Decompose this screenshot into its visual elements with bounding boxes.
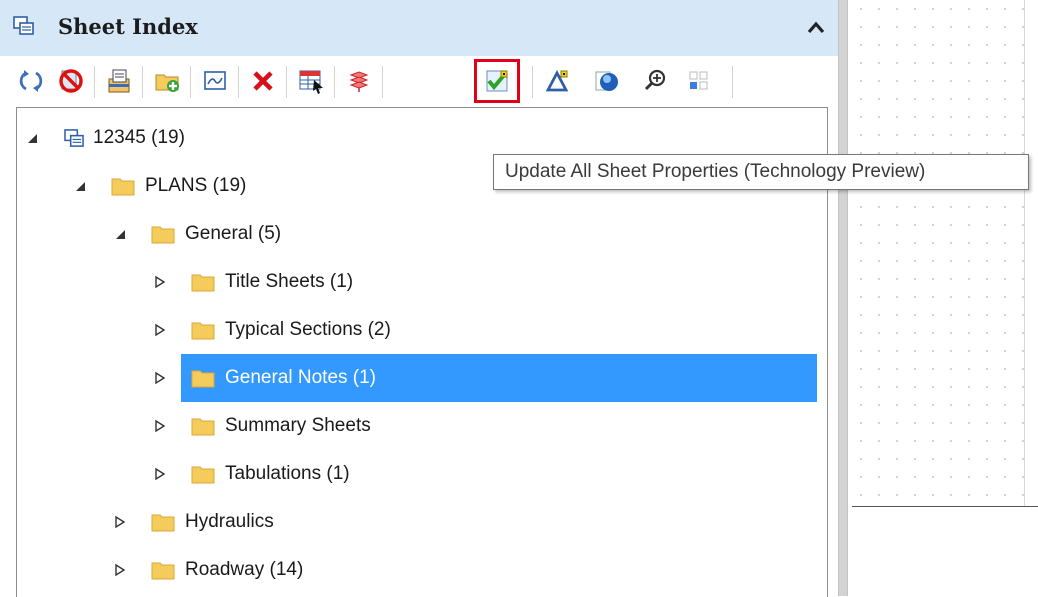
tree-node-plans[interactable]: PLANS (19)	[73, 162, 246, 210]
tree-node-tabulations[interactable]: Tabulations (1)	[153, 450, 350, 498]
folder-icon	[191, 322, 215, 340]
toolbar-separator	[334, 66, 335, 98]
collapsed-arrow-icon[interactable]	[153, 323, 167, 337]
toolbar-separator	[238, 66, 239, 98]
toolbar-separator	[190, 66, 191, 98]
tree-node-label: Title Sheets (1)	[225, 271, 354, 292]
toolbar-separator	[382, 66, 383, 98]
sheet-index-panel: Sheet Index 12345 (19) PLANS (19) Genera…	[0, 0, 838, 597]
collapsed-arrow-icon[interactable]	[153, 275, 167, 289]
tree-node-label: General (5)	[185, 223, 282, 244]
folder-icon	[191, 274, 215, 292]
tree-node-label: Hydraulics	[185, 511, 274, 532]
sheet-image-icon[interactable]	[196, 62, 234, 100]
expanded-arrow-icon[interactable]	[73, 179, 87, 193]
folder-icon	[151, 226, 175, 244]
tree-node-title-sheets[interactable]: Title Sheets (1)	[153, 258, 353, 306]
toolbar-separator	[286, 66, 287, 98]
tree-node-general[interactable]: General (5)	[113, 210, 281, 258]
collapsed-arrow-icon[interactable]	[153, 419, 167, 433]
tooltip-text: Update All Sheet Properties (Technology …	[505, 161, 926, 182]
drawing-canvas[interactable]	[852, 0, 1038, 506]
sheet-stack-icon[interactable]	[100, 62, 138, 100]
toolbar-separator	[94, 66, 95, 98]
toolbar-separator	[142, 66, 143, 98]
expanded-arrow-icon[interactable]	[113, 227, 127, 241]
zoom-icon[interactable]	[636, 62, 674, 100]
folder-icon	[191, 418, 215, 436]
tree-node-root[interactable]: 12345 (19)	[25, 114, 185, 162]
folder-icon	[111, 178, 135, 196]
sheet-index-icon	[13, 16, 35, 36]
tree-node-label: Tabulations (1)	[225, 463, 350, 484]
tree-node-label: Typical Sections (2)	[225, 319, 391, 340]
tree-node-label: 12345 (19)	[93, 127, 185, 148]
add-folder-icon[interactable]	[148, 62, 186, 100]
tree-node-label: Summary Sheets	[225, 415, 371, 436]
tree-node-label: General Notes (1)	[225, 367, 377, 388]
globe-icon[interactable]	[588, 62, 626, 100]
canvas-border	[1024, 0, 1025, 506]
table-select-icon[interactable]	[292, 62, 330, 100]
tree-node-hydraulics[interactable]: Hydraulics	[113, 498, 274, 546]
collapsed-arrow-icon[interactable]	[113, 563, 127, 577]
tree-node-label: Roadway (14)	[185, 559, 304, 580]
layers-icon[interactable]	[340, 62, 378, 100]
folder-icon	[151, 562, 175, 580]
toolbar-separator	[732, 66, 733, 98]
expanded-arrow-icon[interactable]	[25, 131, 39, 145]
update-properties-icon[interactable]	[474, 59, 520, 103]
panel-title: Sheet Index	[58, 14, 198, 39]
tree-node-typical-sections[interactable]: Typical Sections (2)	[153, 306, 391, 354]
tooltip: Update All Sheet Properties (Technology …	[493, 154, 1029, 190]
triangle-icon[interactable]	[538, 62, 576, 100]
collapsed-arrow-icon[interactable]	[153, 467, 167, 481]
chevron-up-icon[interactable]	[806, 20, 826, 36]
folder-icon	[191, 466, 215, 484]
no-entry-icon[interactable]	[52, 62, 90, 100]
grid-icon[interactable]	[680, 62, 718, 100]
folder-icon	[151, 514, 175, 532]
panel-splitter[interactable]	[838, 0, 848, 596]
panel-header: Sheet Index	[0, 0, 838, 57]
tree-node-roadway[interactable]: Roadway (14)	[113, 546, 303, 594]
collapsed-arrow-icon[interactable]	[113, 515, 127, 529]
sheet-index-icon	[64, 128, 85, 148]
canvas-border	[852, 506, 1038, 507]
folder-icon	[191, 370, 215, 388]
collapsed-arrow-icon[interactable]	[153, 354, 177, 402]
delete-icon[interactable]	[244, 62, 282, 100]
tree-node-general-notes[interactable]: General Notes (1)	[181, 354, 817, 402]
tree-node-label: PLANS (19)	[145, 175, 247, 196]
tree-node-summary-sheets[interactable]: Summary Sheets	[153, 402, 371, 450]
refresh-icon[interactable]	[12, 62, 50, 100]
toolbar-separator	[532, 66, 533, 98]
